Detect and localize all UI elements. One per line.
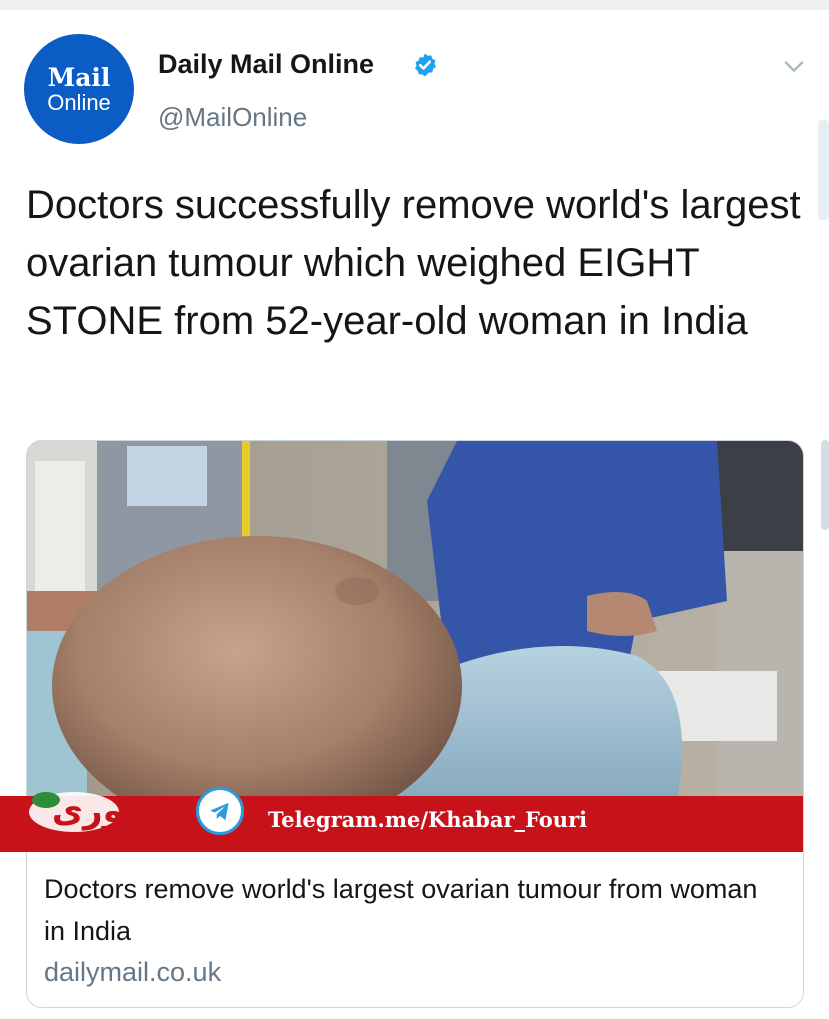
telegram-channel-text: Telegram.me/Khabar_Fouri	[268, 807, 588, 832]
author-name[interactable]: Daily Mail Online	[158, 46, 374, 82]
tweet-text: Doctors successfully remove world's larg…	[26, 183, 801, 343]
chevron-down-icon[interactable]	[780, 52, 808, 80]
avatar-online-text: Online	[47, 90, 111, 115]
verified-badge-icon	[415, 53, 436, 77]
author-handle[interactable]: @MailOnline	[158, 100, 307, 134]
scrollbar[interactable]	[818, 120, 829, 220]
telegram-icon	[196, 787, 244, 835]
avatar[interactable]: Mail Online	[24, 34, 134, 144]
scrollbar-thumb[interactable]	[821, 440, 829, 530]
link-card[interactable]	[26, 440, 804, 1008]
khabar-fouri-logo: فوری	[29, 791, 146, 832]
article-photo	[27, 441, 803, 801]
avatar-mail-text: Mail	[47, 63, 111, 92]
top-divider	[0, 0, 829, 10]
svg-text:فوری: فوری	[52, 791, 146, 831]
